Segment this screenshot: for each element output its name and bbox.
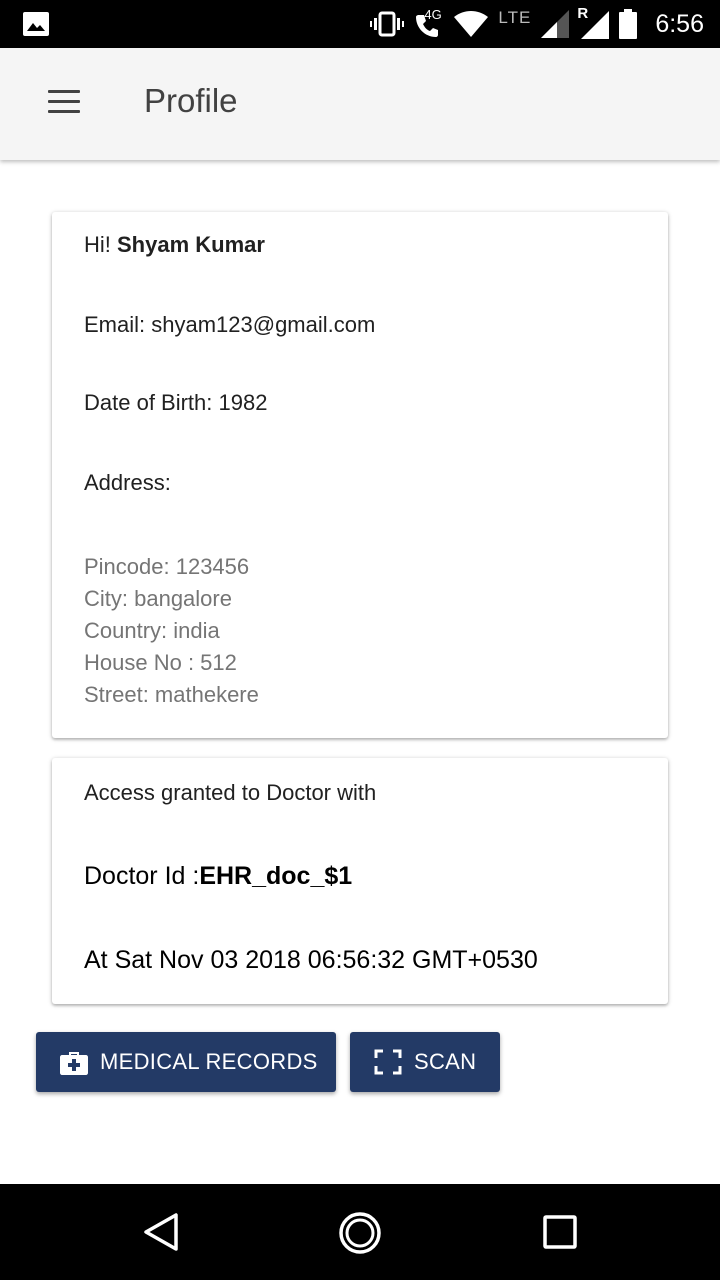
access-timestamp: At Sat Nov 03 2018 06:56:32 GMT+0530: [84, 946, 538, 974]
battery-icon: [619, 9, 638, 39]
wifi-icon: [454, 11, 489, 37]
access-heading: Access granted to Doctor with: [84, 780, 377, 805]
scan-label: SCAN: [414, 1049, 477, 1074]
clock-time: 6:56: [655, 9, 704, 38]
page-title: Profile: [144, 82, 238, 119]
medical-records-button[interactable]: MEDICAL RECORDS: [36, 1032, 336, 1092]
status-icons: 4G LTE R 6:56: [370, 0, 704, 48]
address-label: Address:: [84, 470, 171, 495]
vibrate-icon: [370, 11, 405, 37]
user-name: Shyam Kumar: [117, 232, 265, 257]
phone-icon: 4G: [414, 7, 444, 39]
recents-square-icon[interactable]: [542, 1214, 578, 1250]
roaming-signal-icon: R: [577, 5, 610, 39]
pincode-text: Pincode: 123456: [84, 554, 250, 579]
country-text: Country: india: [84, 618, 220, 643]
lte-label: LTE: [498, 8, 532, 27]
system-nav-bar: [0, 1184, 720, 1280]
scan-frame-icon: [374, 1049, 402, 1075]
medical-records-label: MEDICAL RECORDS: [100, 1049, 318, 1074]
image-icon: [23, 12, 49, 36]
house-no-text: House No : 512: [84, 650, 237, 675]
city-text: City: bangalore: [84, 586, 232, 611]
hamburger-menu-icon[interactable]: [48, 90, 80, 118]
scan-button[interactable]: SCAN: [350, 1032, 500, 1092]
status-bar: 4G LTE R 6:56: [0, 0, 720, 48]
email-text: Email: shyam123@gmail.com: [84, 312, 376, 337]
access-card: Access granted to Doctor with Doctor Id …: [52, 758, 668, 1004]
dob-text: Date of Birth: 1982: [84, 390, 268, 415]
home-circle-icon[interactable]: [338, 1212, 382, 1256]
doctor-id-label: Doctor Id :: [84, 862, 200, 890]
roaming-label: R: [577, 5, 589, 22]
street-text: Street: mathekere: [84, 682, 259, 707]
back-triangle-icon[interactable]: [142, 1212, 180, 1252]
network-type-label: 4G: [424, 7, 442, 22]
signal-icon: [541, 10, 570, 38]
profile-card: Hi! Shyam Kumar Email: shyam123@gmail.co…: [52, 212, 668, 738]
doctor-id-value: EHR_doc_$1: [199, 862, 353, 890]
greeting: Hi! Shyam Kumar: [84, 232, 265, 258]
medical-bag-icon: [60, 1052, 88, 1075]
doctor-id-line: Doctor Id :EHR_doc_$1: [84, 862, 352, 891]
app-bar: Profile: [0, 48, 720, 160]
greeting-prefix: Hi!: [84, 232, 117, 257]
